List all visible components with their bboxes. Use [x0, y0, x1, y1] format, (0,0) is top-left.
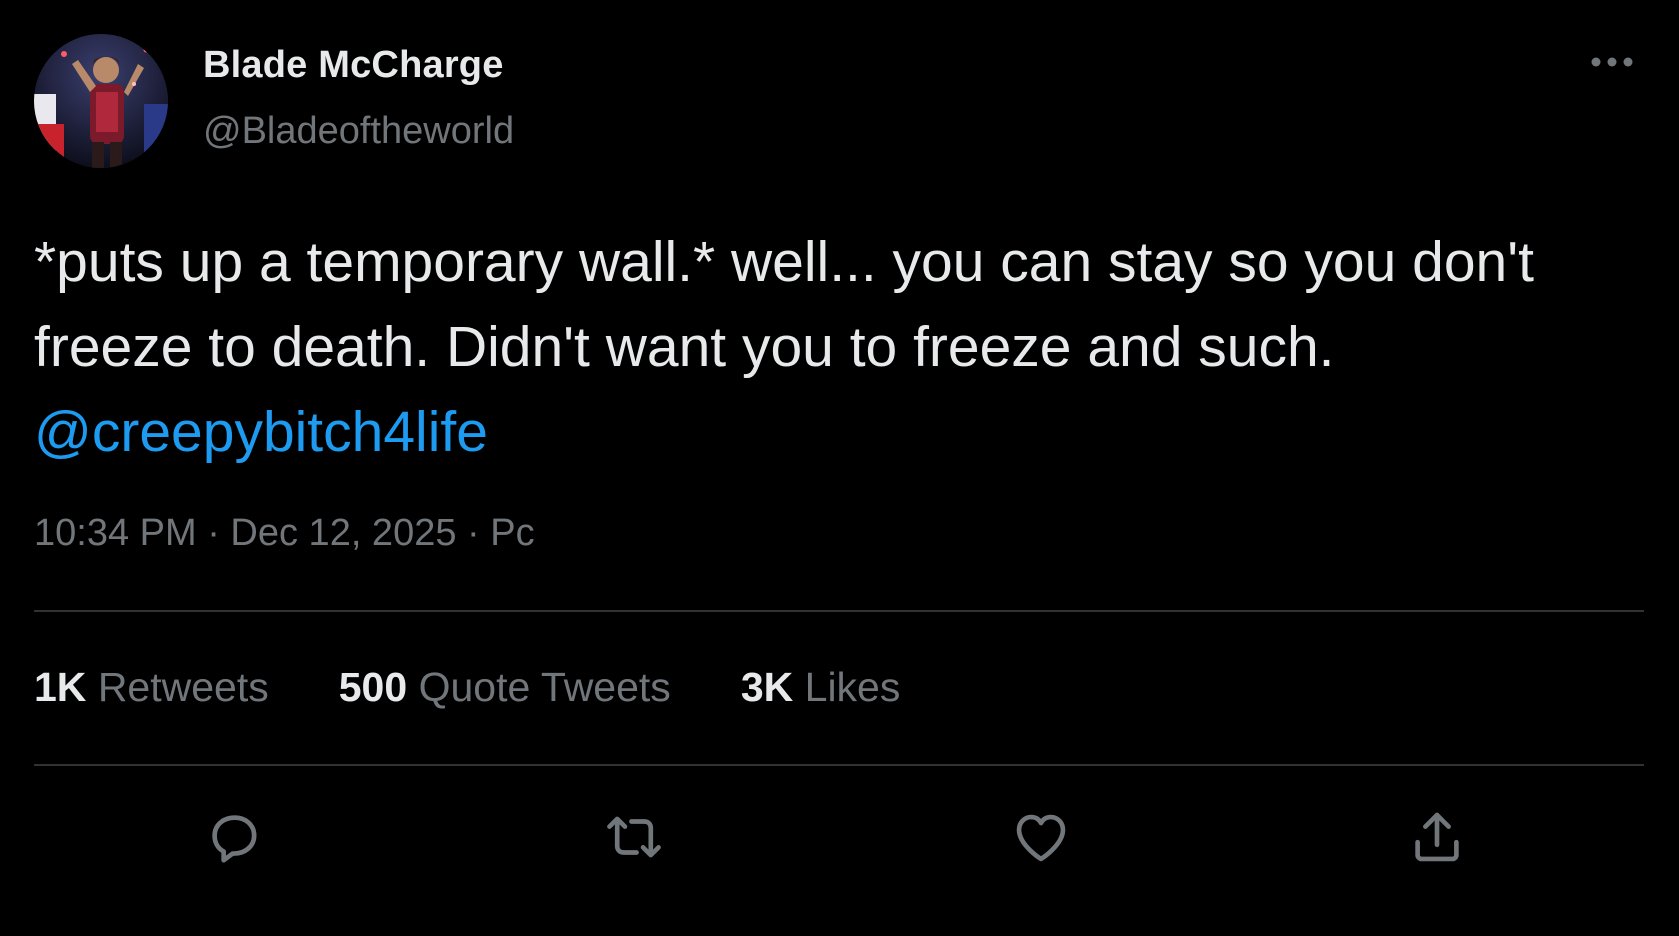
likes-label: Likes	[804, 664, 901, 710]
more-options-button[interactable]	[1582, 40, 1642, 84]
more-icon	[1591, 57, 1633, 67]
retweet-button[interactable]	[597, 800, 671, 874]
divider	[34, 610, 1644, 612]
reply-button[interactable]	[197, 800, 271, 874]
author-display-name[interactable]: Blade McCharge	[203, 44, 504, 87]
mention-link[interactable]: @creepybitch4life	[34, 400, 488, 464]
engagement-stats: 1K Retweets 500 Quote Tweets 3K Likes	[34, 664, 970, 711]
retweets-stat[interactable]: 1K Retweets	[34, 664, 269, 711]
tweet-text: *puts up a temporary wall.* well... you …	[34, 220, 1634, 475]
reply-icon	[212, 815, 257, 863]
retweets-count: 1K	[34, 664, 87, 710]
share-icon	[1415, 812, 1459, 862]
tweet-timestamp[interactable]: 10:34 PM · Dec 12, 2025 · Pc	[34, 512, 535, 555]
avatar-image	[34, 34, 168, 168]
retweets-label: Retweets	[97, 664, 269, 710]
avatar[interactable]	[34, 34, 168, 168]
share-button[interactable]	[1400, 800, 1474, 874]
likes-count: 3K	[740, 664, 794, 710]
like-button[interactable]	[1004, 800, 1078, 874]
tweet-detail: Blade McCharge @Bladeoftheworld *puts up…	[0, 0, 1679, 936]
quote-tweets-stat[interactable]: 500 Quote Tweets	[339, 664, 671, 711]
quote-tweets-label: Quote Tweets	[418, 664, 671, 710]
quote-tweets-count: 500	[338, 664, 408, 710]
likes-stat[interactable]: 3K Likes	[741, 664, 901, 711]
like-icon	[1016, 814, 1066, 862]
tweet-body: *puts up a temporary wall.* well... you …	[34, 230, 1550, 379]
retweet-icon	[607, 816, 661, 858]
divider	[34, 764, 1644, 766]
author-handle[interactable]: @Bladeoftheworld	[203, 110, 514, 153]
